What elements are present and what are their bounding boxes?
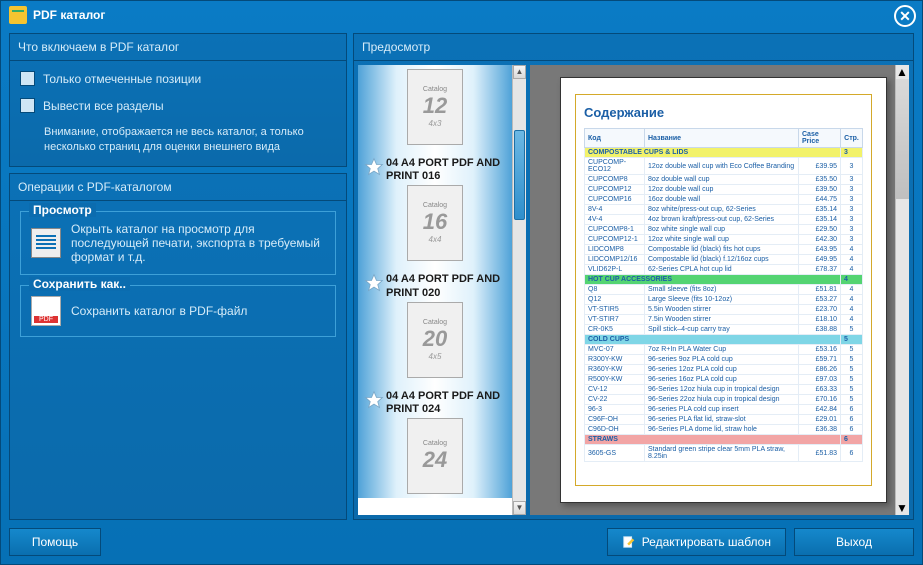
table-row: CUPCOMP12-112oz white single wall cup£42… — [585, 235, 863, 245]
page-scroll-up-button[interactable]: ▲ — [896, 65, 909, 79]
star-icon — [364, 273, 384, 293]
page-preview: Содержание КодНазваниеCase PriceСтр. COM… — [530, 65, 909, 515]
table-row: LIDCOMP8Compostable lid (black) fits hot… — [585, 245, 863, 255]
table-row: 3605-GSStandard green stripe clear 5mm P… — [585, 445, 863, 462]
thumbnail-item[interactable]: 04 A4 PORT PDF AND PRINT 024Catalog24 — [358, 382, 512, 498]
table-row: R500Y-KW96-series 16oz PLA cold cup£97.0… — [585, 375, 863, 385]
table-row: LIDCOMP12/16Compostable lid (black) f.12… — [585, 255, 863, 265]
toc-col-header: Case Price — [799, 129, 841, 148]
pdf-catalog-window: PDF каталог ✕ Что включаем в PDF каталог… — [0, 0, 923, 565]
table-row: CUPCOMP1616oz double wall£44.753 — [585, 195, 863, 205]
operations-panel: Операции с PDF-каталогом Просмотр Окрыть… — [9, 173, 347, 520]
thumbnail-item[interactable]: 04 A4 PORT PDF AND PRINT 016Catalog164x4 — [358, 149, 512, 265]
include-hint: Внимание, отображается не весь каталог, … — [20, 125, 336, 156]
star-icon — [364, 390, 384, 410]
table-row: COLD CUPS5 — [585, 335, 863, 345]
all-sections-row[interactable]: Вывести все разделы — [20, 98, 336, 113]
star-icon — [364, 157, 384, 177]
help-button[interactable]: Помощь — [9, 528, 101, 556]
footer: Помощь Редактировать шаблон Выход — [9, 520, 914, 556]
operations-header: Операции с PDF-каталогом — [10, 174, 346, 201]
only-marked-checkbox[interactable] — [20, 71, 35, 86]
table-row: CV-1296-Series 12oz hiula cup in tropica… — [585, 385, 863, 395]
thumbnail-list: Catalog124x304 A4 PORT PDF AND PRINT 016… — [358, 65, 526, 515]
table-row: CUPCOMP1212oz double wall cup£39.503 — [585, 185, 863, 195]
table-row: STRAWS6 — [585, 435, 863, 445]
all-sections-checkbox[interactable] — [20, 98, 35, 113]
table-row: MVC-077oz R+In PLA Water Cup£53.165 — [585, 345, 863, 355]
only-marked-label: Только отмеченные позиции — [43, 72, 201, 86]
preview-section[interactable]: Просмотр Окрыть каталог на просмотр для … — [20, 211, 336, 275]
table-row: CUPCOMP88oz double wall cup£35.503 — [585, 175, 863, 185]
table-row: CR-0K5Spill stick–4-cup carry tray£38.88… — [585, 325, 863, 335]
include-panel: Что включаем в PDF каталог Только отмече… — [9, 33, 347, 167]
table-row: CUPCOMP8-18oz white single wall cup£29.5… — [585, 225, 863, 235]
table-row: C96F-OH96-series PLA flat lid, straw-slo… — [585, 415, 863, 425]
thumb-image: Catalog164x4 — [407, 185, 463, 261]
close-button[interactable]: ✕ — [894, 5, 916, 27]
toc-title: Содержание — [584, 105, 863, 120]
thumbs-scrollbar[interactable]: ▲ ▼ — [512, 65, 526, 515]
scroll-up-button[interactable]: ▲ — [513, 65, 526, 79]
edit-icon — [622, 535, 636, 549]
page-scrollbar[interactable]: ▲ ▼ — [895, 65, 909, 515]
thumb-image: Catalog24 — [407, 418, 463, 494]
table-row: Q12Large Sleeve (fits 10-12oz)£53.274 — [585, 295, 863, 305]
table-row: COMPOSTABLE CUPS & LIDS3 — [585, 148, 863, 158]
table-row: VLID62P-L62-Series CPLA hot cup lid£78.3… — [585, 265, 863, 275]
save-text: Сохранить каталог в PDF-файл — [71, 304, 247, 318]
preview-header: Предосмотр — [354, 34, 913, 61]
app-icon — [9, 6, 27, 24]
toc-col-header: Название — [645, 129, 799, 148]
preview-title: Просмотр — [29, 203, 96, 217]
thumb-image: Catalog204x5 — [407, 302, 463, 378]
table-row: 4V-44oz brown kraft/press-out cup, 62-Se… — [585, 215, 863, 225]
thumb-title: 04 A4 PORT PDF AND PRINT 024 — [386, 390, 506, 416]
toc-col-header: Код — [585, 129, 645, 148]
toc-table: КодНазваниеCase PriceСтр. COMPOSTABLE CU… — [584, 128, 863, 462]
table-row: VT-STIR77.5in Wooden stirrer£18.104 — [585, 315, 863, 325]
toc-col-header: Стр. — [841, 129, 863, 148]
table-row: C96D-OH96-Series PLA dome lid, straw hol… — [585, 425, 863, 435]
scroll-down-button[interactable]: ▼ — [513, 501, 526, 515]
thumb-title: 04 A4 PORT PDF AND PRINT 016 — [386, 157, 506, 183]
titlebar: PDF каталог ✕ — [1, 1, 922, 29]
table-row: R360Y-KW96-series 12oz PLA cold cup£86.2… — [585, 365, 863, 375]
page-scroll-down-button[interactable]: ▼ — [896, 501, 909, 515]
table-row: 8V-48oz white/press-out cup, 62-Series£3… — [585, 205, 863, 215]
document-icon — [31, 228, 61, 258]
table-row: VT-STIR55.5in Wooden stirrer£23.704 — [585, 305, 863, 315]
exit-button[interactable]: Выход — [794, 528, 914, 556]
preview-page: Содержание КодНазваниеCase PriceСтр. COM… — [560, 77, 887, 503]
page-scroll-thumb[interactable] — [896, 79, 909, 199]
table-row: CUPCOMP-ECO1212oz double wall cup with E… — [585, 158, 863, 175]
all-sections-label: Вывести все разделы — [43, 99, 164, 113]
edit-template-button[interactable]: Редактировать шаблон — [607, 528, 786, 556]
thumbnail-item[interactable]: 04 A4 PORT PDF AND PRINT 020 Catalog204x5 — [358, 265, 512, 381]
thumbnail-item[interactable]: Catalog124x3 — [358, 65, 512, 149]
table-row: Q8Small sleeve (fits 8oz)£51.814 — [585, 285, 863, 295]
table-row: HOT CUP ACCESSORIES4 — [585, 275, 863, 285]
scroll-thumb[interactable] — [514, 130, 525, 220]
table-row: 96-396-series PLA cold cup insert£42.846 — [585, 405, 863, 415]
save-section[interactable]: Сохранить как.. Сохранить каталог в PDF-… — [20, 285, 336, 337]
preview-panel: Предосмотр Catalog124x304 A4 PORT PDF AN… — [353, 33, 914, 520]
only-marked-row[interactable]: Только отмеченные позиции — [20, 71, 336, 86]
pdf-icon — [31, 296, 61, 326]
preview-text: Окрыть каталог на просмотр для последующ… — [71, 222, 325, 264]
include-header: Что включаем в PDF каталог — [10, 34, 346, 61]
table-row: CV-2296-Series 22oz hiula cup in tropica… — [585, 395, 863, 405]
table-row: R300Y-KW96-series 9oz PLA cold cup£59.71… — [585, 355, 863, 365]
thumb-image: Catalog124x3 — [407, 69, 463, 145]
thumb-title: 04 A4 PORT PDF AND PRINT 020 — [386, 273, 506, 299]
window-title: PDF каталог — [33, 8, 105, 22]
save-title: Сохранить как.. — [29, 277, 130, 291]
